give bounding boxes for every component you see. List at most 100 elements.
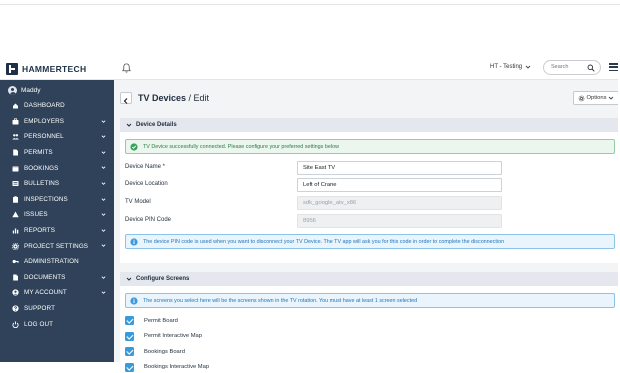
power-icon xyxy=(12,321,19,328)
company-selector[interactable]: HT - Testing xyxy=(490,64,531,70)
screen-checkbox[interactable] xyxy=(125,362,134,372)
options-label: Options xyxy=(586,95,607,101)
device-pin-label: Device PIN Code xyxy=(125,217,172,223)
sidebar-item-label: PERMITS xyxy=(24,149,53,157)
pin-info-alert: The device PIN code is used when you wan… xyxy=(125,234,615,249)
search-input[interactable] xyxy=(551,64,587,70)
screen-option[interactable]: Permit Board xyxy=(125,315,178,326)
screen-checkbox[interactable] xyxy=(125,347,134,356)
sidebar-item-label: MY ACCOUNT xyxy=(24,289,67,297)
screen-checkbox[interactable] xyxy=(125,316,134,325)
bulletin-icon xyxy=(12,181,19,187)
chevron-down-icon xyxy=(101,135,106,139)
options-button[interactable]: Options xyxy=(573,91,619,105)
device-location-input[interactable] xyxy=(297,178,502,192)
tv-model-field xyxy=(297,196,502,210)
chevron-down-icon xyxy=(126,123,132,127)
device-location-row: Device Location xyxy=(125,178,615,192)
sidebar-item-label: BOOKINGS xyxy=(24,164,59,172)
sidebar-item-label: ADMINISTRATION xyxy=(24,258,79,266)
logo-text: HAMMERTECH xyxy=(22,63,87,74)
configure-screens-header[interactable]: Configure Screens xyxy=(120,272,620,286)
screen-checkbox[interactable] xyxy=(125,331,134,341)
screen-label: Bookings Board xyxy=(144,348,185,355)
chevron-down-icon xyxy=(101,229,106,232)
screen-label: Permit Board xyxy=(144,317,178,324)
calendar-icon xyxy=(12,165,19,172)
success-message: TV Device successfully connected. Please… xyxy=(143,143,339,150)
sidebar-item-bulletins[interactable]: BULLETINS xyxy=(0,176,114,192)
chevron-down-icon xyxy=(126,277,132,281)
sidebar-item-label: DOCUMENTS xyxy=(24,273,66,281)
chevron-down-icon xyxy=(609,96,614,100)
device-pin-field xyxy=(297,214,502,228)
chevron-down-icon xyxy=(101,275,106,279)
sidebar-item-label: REPORTS xyxy=(24,227,56,235)
chevron-down-icon xyxy=(101,213,106,217)
page-title-main: TV Devices xyxy=(138,93,187,103)
sidebar-item-administration[interactable]: ADMINISTRATION xyxy=(0,254,114,270)
back-button[interactable] xyxy=(120,92,132,104)
screen-option[interactable]: Bookings Interactive Map xyxy=(125,362,209,373)
sidebar-item-label: SUPPORT xyxy=(24,305,56,313)
sidebar-item-label: ISSUES xyxy=(24,211,48,219)
sidebar-item-issues[interactable]: ISSUES xyxy=(0,207,114,223)
chevron-down-icon xyxy=(101,119,106,123)
chevron-down-icon xyxy=(101,182,106,185)
bell-icon[interactable] xyxy=(121,62,132,74)
menu-icon[interactable] xyxy=(609,63,618,71)
device-details-header[interactable]: Device Details xyxy=(120,118,620,132)
screens-info-alert: The screens you select here will be the … xyxy=(125,293,615,308)
main-content: TV Devices / Edit Options Device Details… xyxy=(114,80,620,372)
sidebar-item-label: LOG OUT xyxy=(24,320,54,328)
browser-divider xyxy=(0,4,620,5)
sidebar-item-log-out[interactable]: LOG OUT xyxy=(0,316,114,332)
sidebar-item-reports[interactable]: REPORTS xyxy=(0,223,114,239)
logo[interactable]: HAMMERTECH xyxy=(6,62,86,75)
sidebar-item-documents[interactable]: DOCUMENTS xyxy=(0,270,114,286)
gear-icon xyxy=(12,242,19,250)
sidebar-item-label: PERSONNEL xyxy=(24,133,64,141)
sidebar-item-project-settings[interactable]: PROJECT SETTINGS xyxy=(0,238,114,254)
account-icon xyxy=(12,289,19,297)
chart-icon xyxy=(12,228,19,234)
chevron-down-icon xyxy=(525,65,531,69)
search-icon[interactable] xyxy=(587,64,595,72)
top-header: HAMMERTECH HT - Testing xyxy=(0,56,620,80)
sidebar-item-label: EMPLOYERS xyxy=(24,117,65,125)
device-name-row: Device Name * xyxy=(125,161,615,175)
configure-screens-panel: Configure Screens The screens you select… xyxy=(120,272,620,372)
page-titlebar: TV Devices / Edit Options xyxy=(114,80,620,116)
user-name: Maddy xyxy=(21,87,41,94)
device-location-label: Device Location xyxy=(125,181,168,187)
sidebar-item-support[interactable]: SUPPORT xyxy=(0,301,114,317)
screen-option[interactable]: Bookings Board xyxy=(125,346,185,357)
user-profile[interactable]: Maddy xyxy=(8,86,41,95)
screen-option[interactable]: Permit Interactive Map xyxy=(125,331,202,342)
home-icon xyxy=(13,103,18,109)
avatar xyxy=(8,86,17,95)
sidebar-item-label: INSPECTIONS xyxy=(24,195,68,203)
sidebar-item-personnel[interactable]: PERSONNEL xyxy=(0,129,114,145)
sidebar-item-employers[interactable]: EMPLOYERS xyxy=(0,114,114,130)
device-name-label: Device Name * xyxy=(125,164,166,170)
sidebar-item-permits[interactable]: PERMITS xyxy=(0,145,114,161)
chevron-down-icon xyxy=(101,197,106,201)
chevron-down-icon xyxy=(101,244,106,248)
sidebar-item-inspections[interactable]: INSPECTIONS xyxy=(0,192,114,208)
sidebar-item-bookings[interactable]: BOOKINGS xyxy=(0,160,114,176)
search-box[interactable] xyxy=(543,60,601,75)
sidebar-item-dashboard[interactable]: DASHBOARD xyxy=(0,98,114,114)
file-icon xyxy=(13,149,18,156)
sidebar: Maddy DASHBOARD EMPLOYERS PERSONNEL PERMITS… xyxy=(0,80,114,362)
chevron-left-icon xyxy=(123,98,128,104)
sidebar-item-my-account[interactable]: MY ACCOUNT xyxy=(0,285,114,301)
tv-model-row: TV Model xyxy=(125,196,615,210)
chevron-down-icon xyxy=(101,166,106,170)
company-name: HT - Testing xyxy=(490,64,523,70)
device-details-panel: Device Details TV Device successfully co… xyxy=(120,118,620,263)
chevron-down-icon xyxy=(101,151,106,154)
device-name-input[interactable] xyxy=(297,161,502,175)
info-icon xyxy=(130,296,138,305)
pin-info-message: The device PIN code is used when you wan… xyxy=(143,238,505,245)
